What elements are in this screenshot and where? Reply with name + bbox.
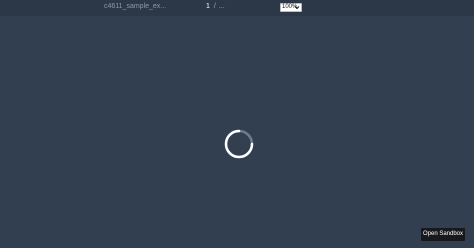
- document-title: c4611_sample_ex...: [104, 3, 167, 10]
- total-pages: ...: [218, 3, 225, 10]
- page-separator: /: [213, 3, 216, 10]
- loading-spinner-icon: [224, 129, 254, 159]
- zoom-select[interactable]: 100%: [280, 3, 302, 12]
- current-page-number[interactable]: 1: [206, 3, 210, 10]
- page-indicator: 1/...: [206, 3, 225, 10]
- pdf-viewer: c4611_sample_ex... 1/... 100% Open Sandb…: [0, 0, 474, 248]
- viewer-toolbar: c4611_sample_ex... 1/... 100%: [0, 0, 474, 16]
- chevron-down-icon: [294, 6, 300, 10]
- open-sandbox-button[interactable]: Open Sandbox: [421, 228, 465, 241]
